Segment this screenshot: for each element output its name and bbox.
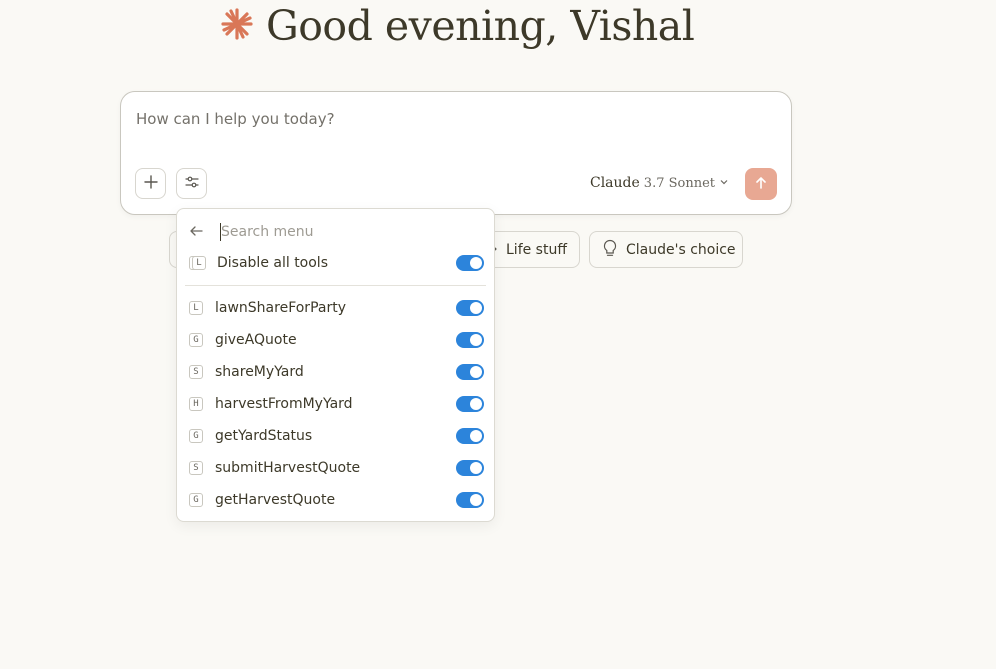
chip-label: Claude's choice [626,241,736,258]
chip-label: Life stuff [506,241,567,258]
tool-row-getyardstatus[interactable]: G getYardStatus [189,424,484,448]
message-composer[interactable]: How can I help you today? Claude 3.7 Son… [120,91,792,215]
model-name: Claude [589,175,640,191]
greeting: Good evening, Vishal [220,0,695,52]
disable-all-toggle[interactable] [456,255,484,271]
tool-toggle[interactable] [456,300,484,316]
tool-label: shareMyYard [215,364,304,380]
back-arrow-icon[interactable] [189,223,203,242]
tool-row-submitharvestquote[interactable]: S submitHarvestQuote [189,456,484,480]
tool-row-sharemyyard[interactable]: S shareMyYard [189,360,484,384]
tool-badge: L [192,256,206,270]
tool-row-harvestfrommyyard[interactable]: H harvestFromMyYard [189,392,484,416]
prompt-input[interactable]: How can I help you today? [136,110,335,128]
tool-label: lawnShareForParty [215,300,346,316]
tool-label: getYardStatus [215,428,313,444]
tool-label: submitHarvestQuote [215,460,361,476]
lightbulb-icon [602,239,618,261]
add-attachment-button[interactable] [135,168,166,199]
tool-row-getharvestquote[interactable]: G getHarvestQuote [189,488,484,512]
menu-divider [185,285,486,286]
tool-badge: S [189,365,203,379]
tool-toggle[interactable] [456,364,484,380]
tool-stack-icon: L [189,255,206,271]
chevron-down-icon [719,175,729,191]
tool-badge: G [189,333,203,347]
disable-all-tools-row[interactable]: L Disable all tools [189,251,484,275]
tool-badge: G [189,493,203,507]
tool-label: harvestFromMyYard [215,396,353,412]
tool-row-lawnshareforparty[interactable]: L lawnShareForParty [189,296,484,320]
tool-toggle[interactable] [456,460,484,476]
suggestion-chip-claudes-choice[interactable]: Claude's choice [589,231,743,268]
menu-search [189,221,421,243]
tool-badge: H [189,397,203,411]
sliders-icon [184,174,199,193]
tools-menu: L Disable all tools L lawnShareForParty … [176,208,495,522]
tool-toggle[interactable] [456,492,484,508]
tool-label: giveAQuote [215,332,297,348]
tool-label: getHarvestQuote [215,492,336,508]
plus-icon [143,174,158,193]
tool-badge: G [189,429,203,443]
tool-toggle[interactable] [456,396,484,412]
arrow-up-icon [754,175,768,194]
tool-badge: S [189,461,203,475]
tool-toggle[interactable] [456,428,484,444]
greeting-text: Good evening, Vishal [266,2,695,50]
model-version: 3.7 Sonnet [643,175,715,191]
model-selector[interactable]: Claude 3.7 Sonnet [590,175,729,191]
tool-toggle[interactable] [456,332,484,348]
tool-row-giveaquote[interactable]: G giveAQuote [189,328,484,352]
claude-spark-icon [220,7,254,45]
disable-all-label: Disable all tools [217,255,328,271]
tool-badge: L [189,301,203,315]
tools-button[interactable] [176,168,207,199]
menu-search-input[interactable] [221,224,421,240]
send-button[interactable] [745,168,777,200]
